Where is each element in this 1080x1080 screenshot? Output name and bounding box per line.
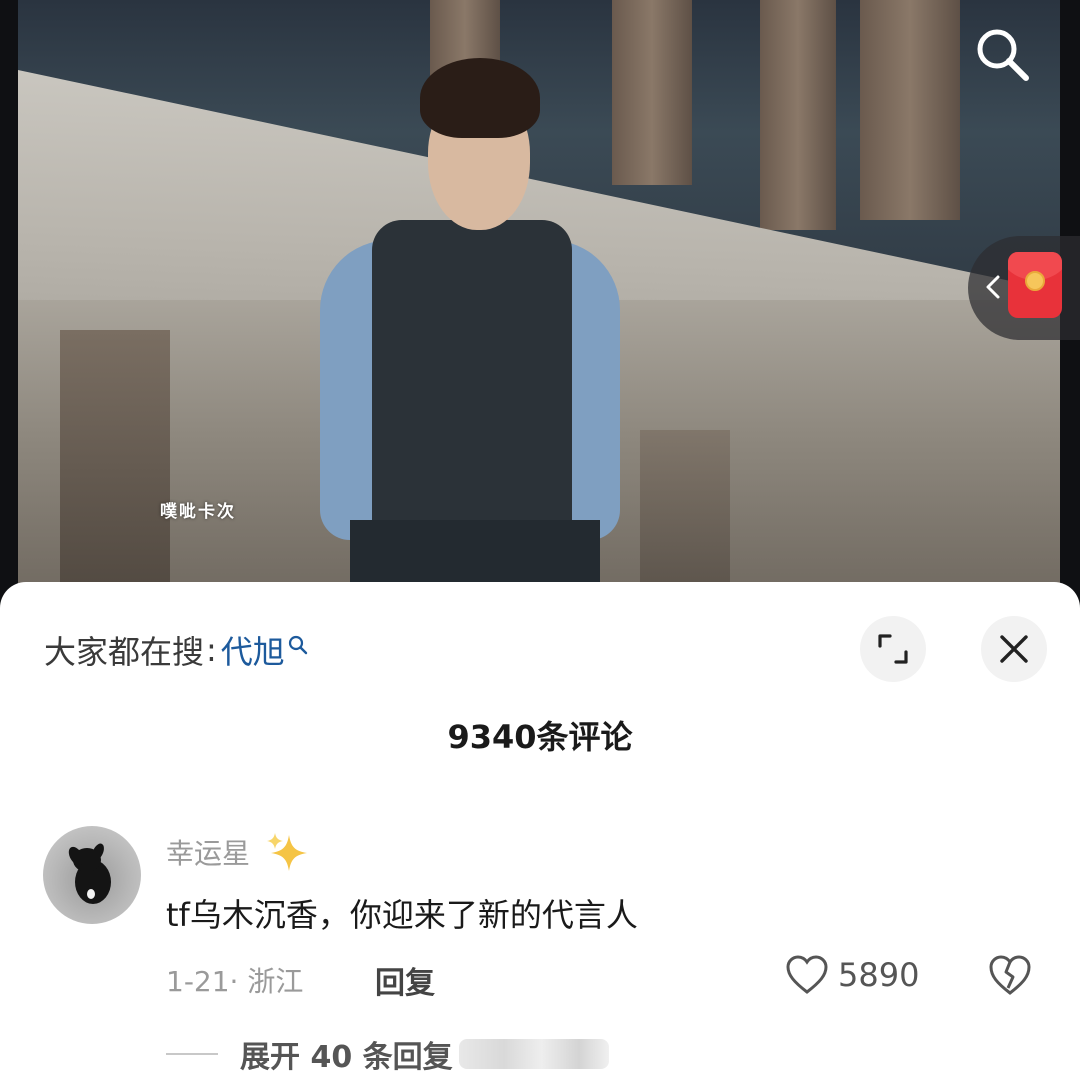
avatar[interactable] [43,826,141,924]
like-button[interactable]: 5890 [784,952,919,998]
comment-meta: 1-21· 浙江 [166,965,304,998]
reply-button[interactable]: 回复 [375,958,435,1002]
close-button[interactable] [981,616,1047,682]
video-watermark: 噗呲卡次 [160,502,236,522]
wood-panel [760,0,836,230]
broken-heart-icon [989,955,1031,995]
hair [420,58,540,138]
person-figure [300,50,630,610]
search-icon [977,29,1029,81]
divider-line [166,1053,218,1055]
sparkle-icon [266,833,307,871]
like-count: 5890 [838,956,920,994]
comment-username[interactable]: 幸运星 [166,832,309,872]
video-edge-left [0,0,18,610]
heart-icon [786,955,828,994]
expand-replies-button[interactable]: 展开 40 条回复 [166,1032,609,1076]
expand-icon [878,634,908,664]
blurred-overlay [458,1039,609,1069]
search-icon [288,635,308,655]
red-packet-icon [1008,252,1062,318]
video-player[interactable]: 噗呲卡次 [0,0,1080,610]
comment-count: 9340条评论 [447,718,633,756]
expand-replies-label: 展开 40 条回复 [240,1040,453,1075]
close-icon [1000,635,1028,663]
trending-prefix: 大家都在搜 [44,633,205,671]
vest [372,220,572,560]
dislike-button[interactable] [986,952,1034,998]
dog-avatar-image [68,843,111,904]
comment-text: tf乌木沉香，你迎来了新的代言人 [166,896,638,934]
expand-button[interactable] [860,616,926,682]
search-button[interactable] [970,22,1034,86]
trending-colon: : [206,631,217,669]
comment-sheet: 大家都在搜 : 代旭 9340条评论 幸运星 tf乌木沉香，你迎来了新的代言人 … [0,582,1080,1080]
trending-search-link[interactable]: 大家都在搜 : 代旭 [44,626,309,674]
red-packet-button[interactable] [968,236,1080,340]
username-text: 幸运星 [166,837,251,870]
trending-term[interactable]: 代旭 [221,627,285,673]
comment-item: 幸运星 tf乌木沉香，你迎来了新的代言人 1-21· 浙江 回复 5890 展开… [0,822,1080,1080]
chevron-left-icon [986,275,1000,299]
wood-panel [860,0,960,220]
background-door [60,330,170,610]
